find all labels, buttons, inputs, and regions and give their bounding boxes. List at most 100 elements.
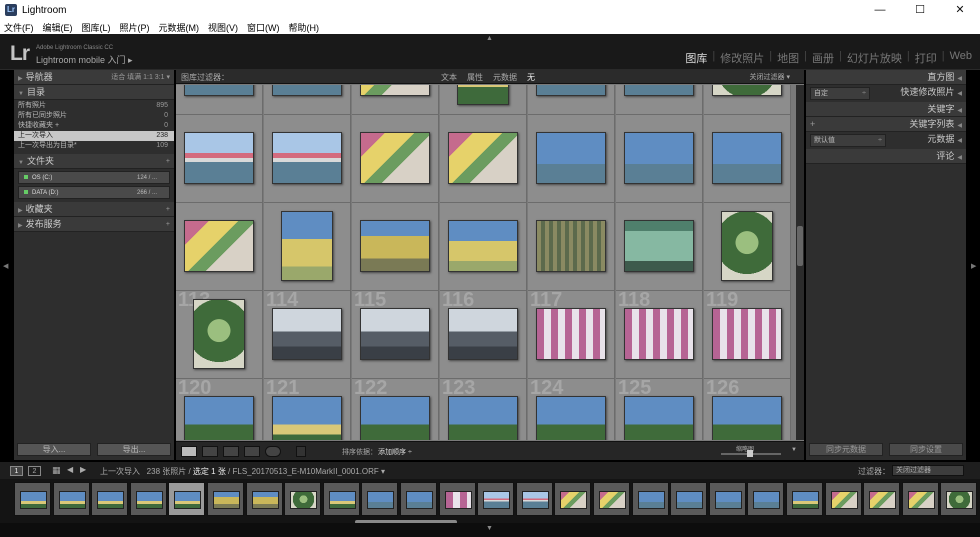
menu-edit[interactable]: 编辑(E) — [43, 21, 73, 34]
photo-thumbnail[interactable] — [448, 396, 518, 440]
photo-thumbnail[interactable] — [184, 396, 254, 440]
catalog-item-previous-import[interactable]: 上一次导入 238 — [14, 131, 174, 141]
grid-cell[interactable]: 113 — [176, 289, 263, 379]
grid-cell[interactable]: 124 — [528, 377, 615, 440]
compare-view-icon[interactable] — [223, 446, 239, 457]
sync-settings-button[interactable]: 同步设置 — [889, 443, 963, 456]
volume-os-c[interactable]: OS (C:) 124 / ... — [18, 171, 170, 184]
photo-thumbnail[interactable] — [457, 85, 509, 105]
photo-thumbnail[interactable] — [360, 132, 430, 184]
grid-cell[interactable] — [528, 85, 615, 115]
photo-thumbnail[interactable] — [360, 396, 430, 440]
grid-cell[interactable] — [352, 85, 439, 115]
secondary-window-button[interactable]: 2 — [28, 466, 41, 476]
grid-cell[interactable]: 114 — [264, 289, 351, 379]
grid-cell[interactable]: 116 — [440, 289, 527, 379]
filmstrip-item[interactable] — [863, 482, 901, 516]
keywording-header[interactable]: 关键字 ◀ — [806, 102, 966, 117]
close-icon[interactable]: ✕ — [940, 0, 980, 20]
grid-cell[interactable] — [176, 203, 263, 291]
grid-cell[interactable] — [704, 203, 791, 291]
filmstrip-item[interactable] — [554, 482, 592, 516]
photo-thumbnail[interactable] — [184, 132, 254, 184]
filmstrip-item[interactable] — [824, 482, 862, 516]
navigator-header[interactable]: ▶ 导航器 适合 填满 1:1 3:1 ▾ — [14, 70, 174, 85]
photo-thumbnail[interactable] — [272, 308, 342, 360]
folders-header[interactable]: ▼ 文件夹 + — [14, 154, 174, 169]
photo-thumbnail[interactable] — [624, 308, 694, 360]
filter-preset-dropdown[interactable]: 关闭过滤器 ▾ — [750, 72, 790, 82]
add-folder-icon[interactable]: + — [166, 154, 170, 169]
people-view-icon[interactable] — [265, 446, 281, 457]
photo-thumbnail[interactable] — [281, 211, 333, 281]
comments-header[interactable]: 评论 ◀ — [806, 149, 966, 164]
maximize-icon[interactable]: ☐ — [900, 0, 940, 20]
catalog-item-synced[interactable]: 所有已同步照片 0 — [14, 111, 174, 121]
add-collection-icon[interactable]: + — [166, 202, 170, 217]
right-panel-toggle-icon[interactable]: ▶ — [971, 262, 976, 270]
menu-metadata[interactable]: 元数据(M) — [159, 21, 200, 34]
grid-cell[interactable] — [704, 85, 791, 115]
grid-cell[interactable] — [176, 85, 263, 115]
photo-thumbnail[interactable] — [193, 299, 245, 369]
toolbar-menu-icon[interactable]: ▼ — [791, 447, 797, 453]
catalog-item-all-photos[interactable]: 所有照片 895 — [14, 101, 174, 111]
photo-thumbnail[interactable] — [712, 85, 782, 96]
module-print[interactable]: 打印 — [915, 50, 937, 66]
filmstrip-item[interactable] — [129, 482, 167, 516]
filmstrip-item[interactable] — [593, 482, 630, 516]
grid-cell[interactable]: 122 — [352, 377, 439, 440]
grid-cell[interactable] — [176, 115, 263, 203]
filmstrip-item[interactable] — [747, 482, 785, 516]
sync-metadata-button[interactable]: 同步元数据 — [809, 443, 883, 456]
filmstrip-item[interactable] — [631, 482, 669, 516]
photo-thumbnail[interactable] — [184, 85, 254, 96]
photo-thumbnail[interactable] — [448, 220, 518, 272]
photo-thumbnail[interactable] — [360, 85, 430, 96]
filmstrip-item[interactable] — [477, 482, 515, 516]
photo-thumbnail[interactable] — [624, 220, 694, 272]
grid-cell[interactable]: 121 — [264, 377, 351, 440]
grid-cell[interactable] — [440, 115, 527, 203]
survey-view-icon[interactable] — [244, 446, 260, 457]
grid-cell[interactable]: 119 — [704, 289, 791, 379]
photo-thumbnail[interactable] — [536, 308, 606, 360]
sort-order-dropdown[interactable]: 添加顺序 ÷ — [378, 447, 412, 457]
menu-window[interactable]: 窗口(W) — [247, 21, 280, 34]
top-panel-toggle-icon[interactable]: ▲ — [486, 35, 493, 42]
filmstrip-item[interactable] — [361, 482, 399, 516]
grid-cell[interactable]: 115 — [352, 289, 439, 379]
grid-cell[interactable]: 123 — [440, 377, 527, 440]
filmstrip-item[interactable] — [438, 482, 476, 516]
photo-thumbnail[interactable] — [712, 132, 782, 184]
loupe-view-icon[interactable] — [202, 446, 218, 457]
publish-services-header[interactable]: ▶ 发布服务 + — [14, 217, 174, 232]
photo-thumbnail[interactable] — [448, 308, 518, 360]
main-window-button[interactable]: 1 — [10, 466, 23, 476]
left-panel-toggle-icon[interactable]: ◀ — [3, 262, 8, 270]
filmstrip-item[interactable] — [91, 482, 129, 516]
photo-thumbnail[interactable] — [624, 396, 694, 440]
filmstrip-item[interactable] — [670, 482, 708, 516]
grid-cell[interactable]: 120 — [176, 377, 263, 440]
grid-scroll-thumb[interactable] — [797, 226, 803, 266]
photo-thumbnail[interactable] — [360, 308, 430, 360]
navigator-zoom-options[interactable]: 适合 填满 1:1 3:1 ▾ — [111, 70, 170, 85]
photo-thumbnail[interactable] — [536, 220, 606, 272]
volume-data-d[interactable]: DATA (D:) 266 / ... — [18, 186, 170, 199]
grid-cell[interactable] — [440, 85, 527, 115]
filmstrip-filter-dropdown[interactable]: 关闭过滤器 — [892, 465, 964, 476]
menu-help[interactable]: 帮助(H) — [289, 21, 320, 34]
photo-thumbnail[interactable] — [184, 220, 254, 272]
add-publish-service-icon[interactable]: + — [166, 217, 170, 232]
menu-file[interactable]: 文件(F) — [4, 21, 34, 34]
forward-arrow-icon[interactable]: ▶ — [80, 465, 86, 474]
grid-cell[interactable] — [352, 115, 439, 203]
module-map[interactable]: 地图 — [777, 50, 799, 66]
filter-none[interactable]: 无 — [527, 72, 535, 83]
filmstrip-item[interactable] — [515, 482, 553, 516]
histogram-header[interactable]: 直方图 ◀ — [806, 70, 966, 85]
import-button[interactable]: 导入... — [17, 443, 91, 456]
grid-toggle-icon[interactable]: ▦ — [52, 465, 61, 476]
grid-cell[interactable] — [528, 115, 615, 203]
